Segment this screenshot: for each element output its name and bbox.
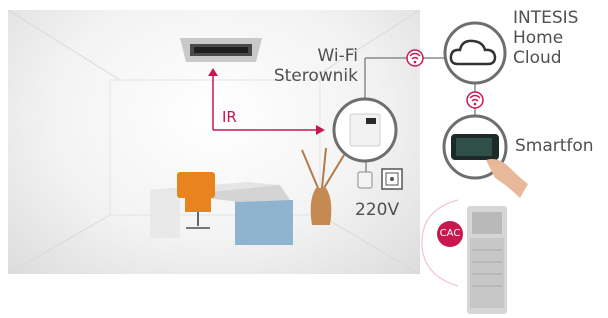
- smartphone-icon: [442, 114, 528, 198]
- wifi-controller-label: Wi-Fi Sterownik: [273, 46, 358, 86]
- wifi-controller-icon: [332, 97, 398, 163]
- voltage-label: 220V: [355, 200, 400, 220]
- chair-illustration: [177, 172, 215, 229]
- ceiling-ac-cassette-icon: [180, 38, 262, 62]
- cloud-icon: [443, 21, 507, 85]
- vase-illustration: [301, 147, 345, 225]
- wifi-signal-icon: [466, 91, 484, 109]
- smartphone-label: Smartfon: [515, 136, 594, 156]
- cac-label: CAC: [439, 228, 461, 239]
- ir-label: IR: [222, 108, 237, 126]
- power-socket-icon: [357, 168, 403, 190]
- cloud-label: INTESIS Home Cloud: [513, 8, 579, 68]
- wifi-signal-icon: [406, 49, 424, 67]
- desk-illustration: [150, 182, 293, 245]
- cac-badge: [421, 199, 463, 287]
- outdoor-unit-icon: [467, 206, 507, 314]
